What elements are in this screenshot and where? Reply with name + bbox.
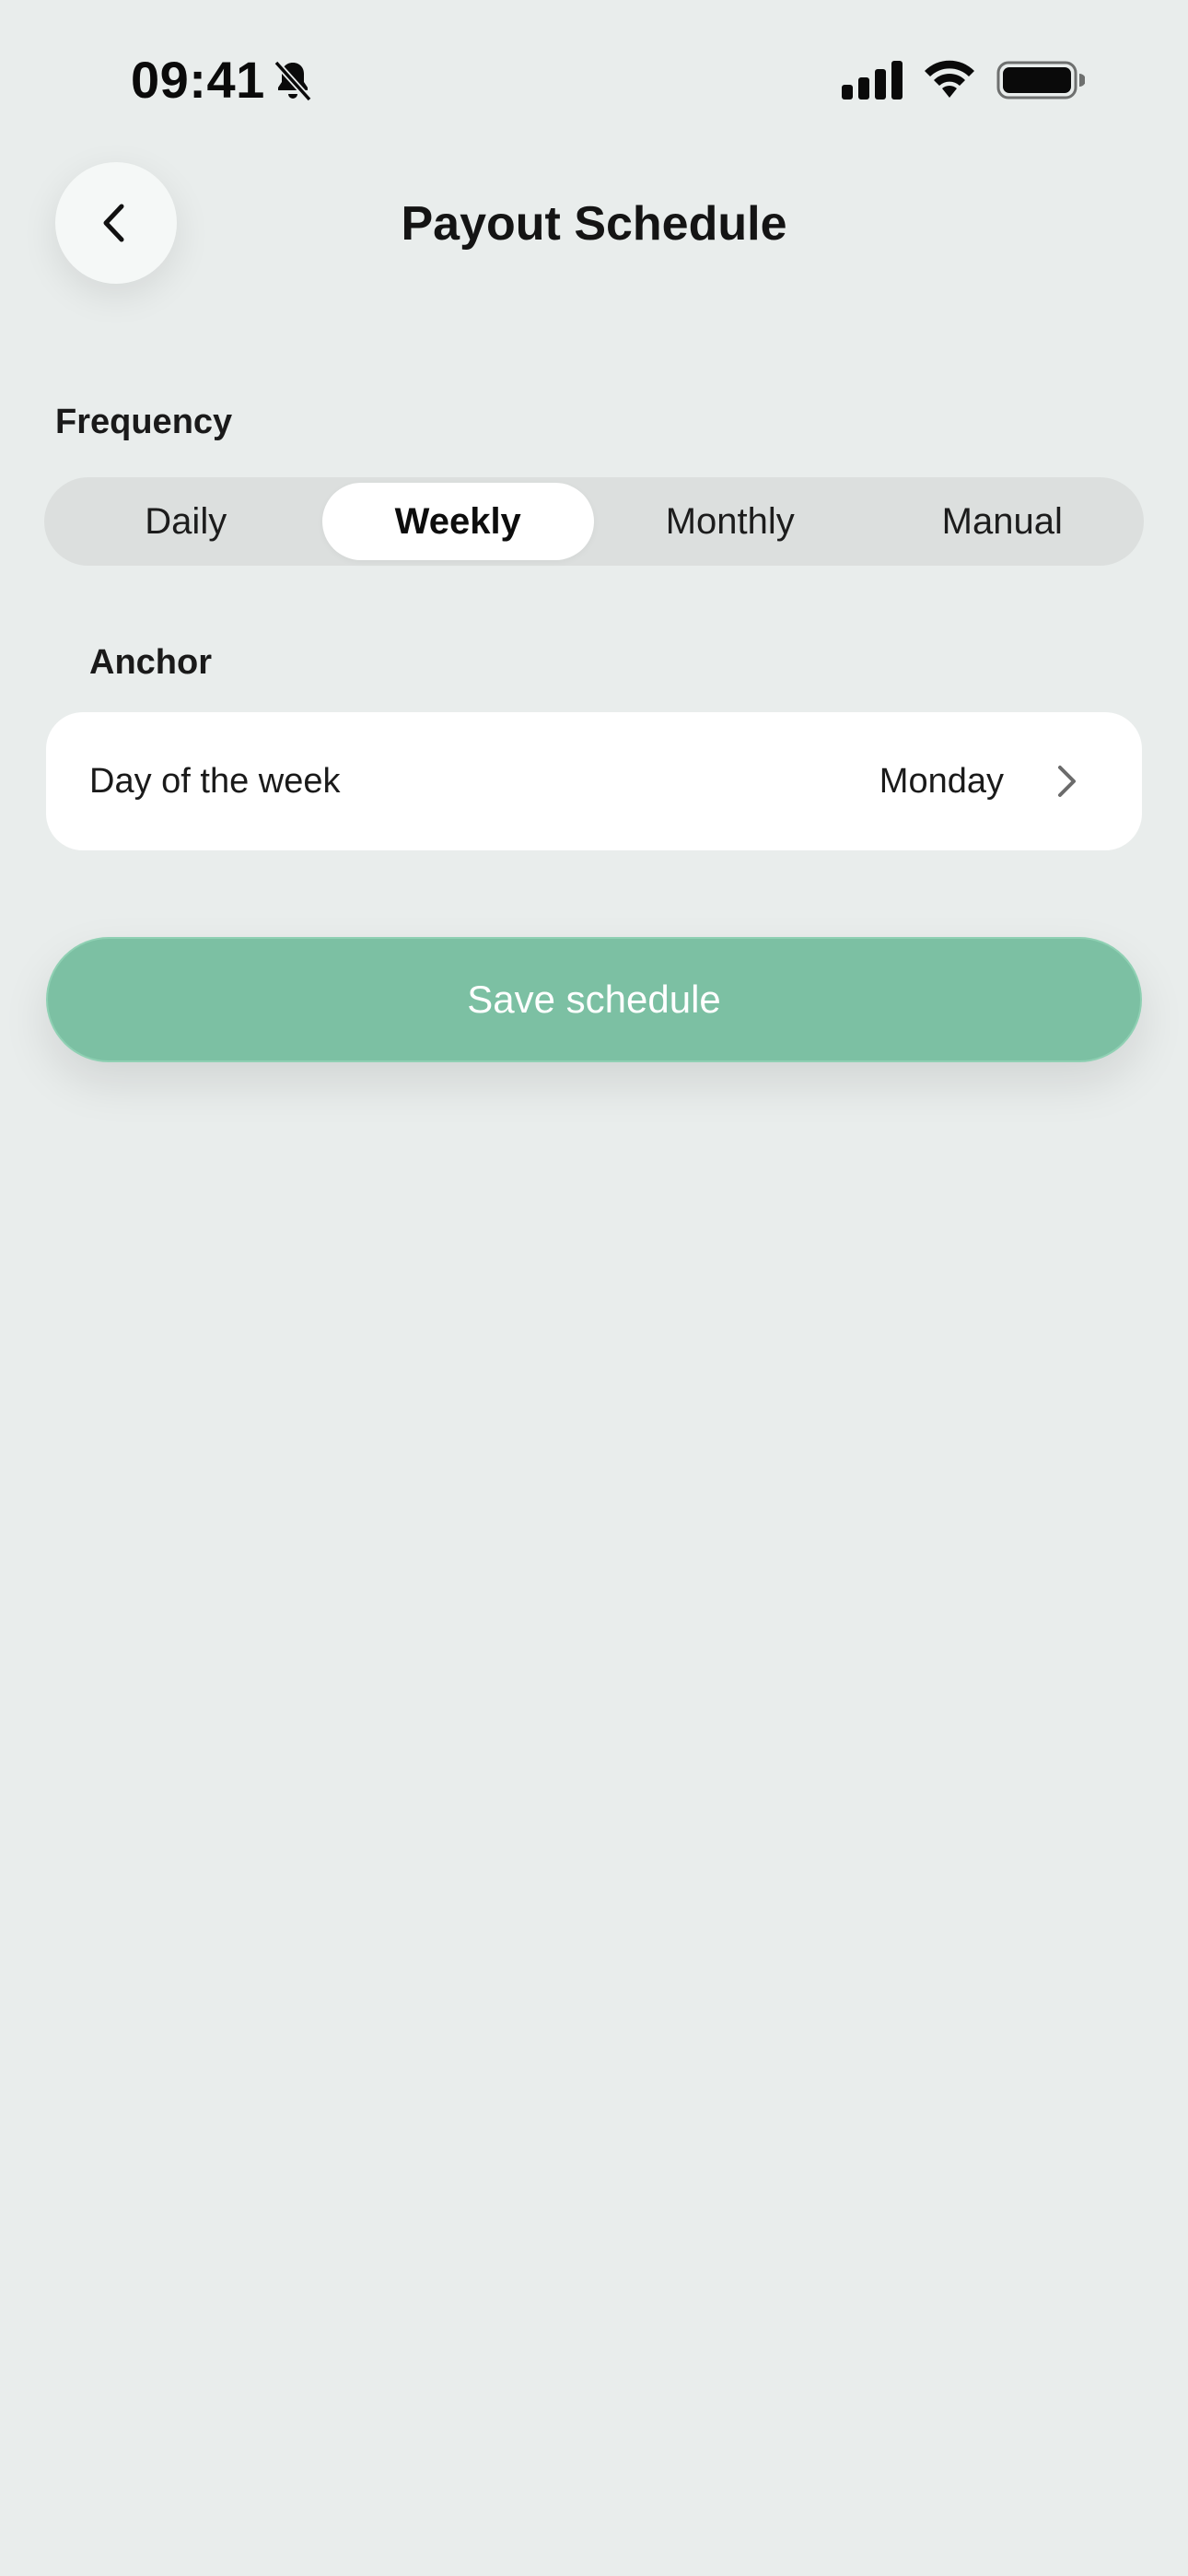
frequency-option-monthly[interactable]: Monthly (594, 483, 867, 560)
frequency-option-daily[interactable]: Daily (50, 483, 322, 560)
page-title: Payout Schedule (401, 197, 787, 251)
day-of-week-row[interactable]: Day of the week Monday (46, 712, 1142, 850)
chevron-right-icon (1058, 766, 1076, 797)
cellular-signal-icon (842, 61, 903, 100)
bell-slash-icon (274, 60, 312, 102)
frequency-option-manual[interactable]: Manual (867, 483, 1139, 560)
frequency-option-weekly[interactable]: Weekly (321, 483, 594, 560)
frequency-label: Frequency (55, 403, 233, 441)
frequency-segmented-control: Daily Weekly Monthly Manual (44, 477, 1144, 566)
battery-icon (996, 61, 1085, 100)
day-of-week-label: Day of the week (89, 762, 341, 801)
day-of-week-value: Monday (879, 762, 1004, 801)
status-time: 09:41 (131, 51, 265, 109)
anchor-label: Anchor (89, 643, 212, 682)
status-bar: 09:41 (0, 0, 1188, 157)
save-schedule-button[interactable]: Save schedule (46, 937, 1142, 1062)
wifi-icon (925, 60, 974, 98)
